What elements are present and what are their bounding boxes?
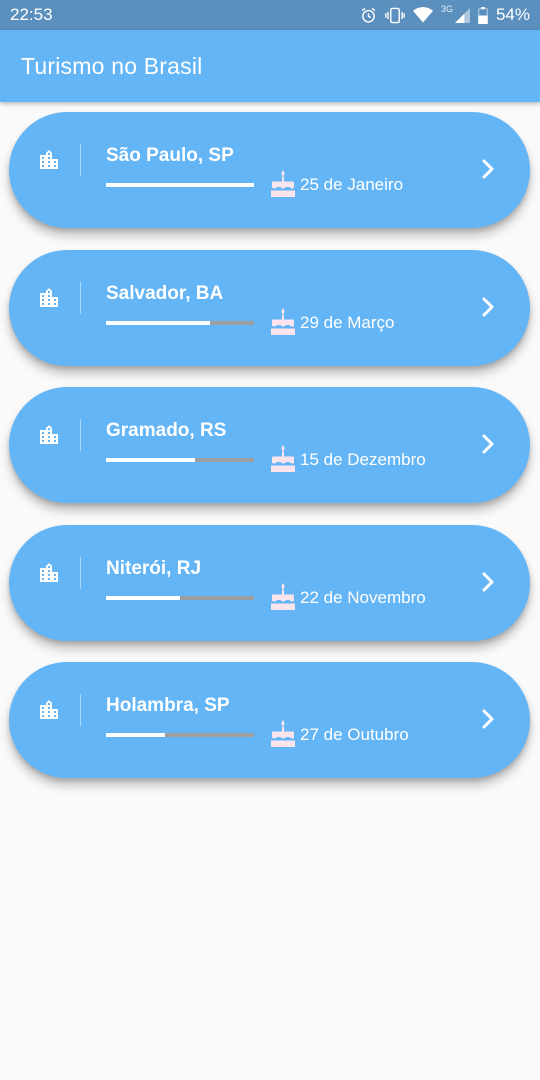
card-divider: [80, 419, 81, 451]
chevron-right-icon[interactable]: [481, 434, 495, 459]
city-card[interactable]: São Paulo, SP 25 de Janeiro: [9, 112, 530, 228]
city-name: Gramado, RS: [106, 420, 227, 441]
city-card[interactable]: Niterói, RJ 22 de Novembro: [9, 524, 530, 641]
city-buildings-icon: [37, 423, 61, 452]
cake-icon: [270, 443, 296, 478]
city-buildings-icon: [37, 561, 61, 590]
city-card[interactable]: Holambra, SP 27 de Outubro: [9, 662, 530, 778]
cake-icon: [270, 718, 296, 753]
city-list: São Paulo, SP 25 de Janeiro Salvador, BA…: [9, 112, 530, 800]
status-time: 22:53: [10, 5, 53, 24]
city-date: 29 de Março: [300, 312, 395, 332]
alarm-icon: [360, 7, 377, 24]
progress-bar: [106, 595, 254, 600]
card-divider: [80, 281, 81, 314]
cake-icon: [270, 168, 296, 203]
battery-icon: [478, 6, 488, 24]
city-name: São Paulo, SP: [106, 145, 234, 166]
city-date: 15 de Dezembro: [300, 450, 426, 469]
city-name: Salvador, BA: [106, 282, 224, 304]
chevron-right-icon[interactable]: [481, 572, 495, 597]
app-bar: Turismo no Brasil: [0, 30, 540, 102]
progress-bar: [106, 458, 254, 462]
progress-fill: [106, 320, 210, 325]
progress-bar: [106, 733, 254, 737]
cake-icon: [270, 581, 296, 616]
city-name: Holambra, SP: [106, 695, 230, 716]
status-bar: 22:53 3G 54%: [0, 0, 540, 30]
city-card[interactable]: Gramado, RS 15 de Dezembro: [9, 387, 530, 503]
progress-fill: [106, 733, 166, 737]
card-divider: [80, 144, 81, 176]
card-divider: [80, 694, 81, 726]
city-date: 25 de Janeiro: [300, 175, 404, 194]
progress-fill: [106, 595, 180, 600]
city-date: 22 de Novembro: [300, 587, 426, 607]
city-name: Niterói, RJ: [106, 557, 202, 579]
city-date: 27 de Outubro: [300, 725, 409, 744]
city-card[interactable]: Salvador, BA 29 de Março: [9, 249, 530, 366]
status-icons: 3G 54%: [360, 4, 530, 25]
cell-signal-icon: [454, 7, 470, 23]
city-buildings-icon: [37, 148, 61, 177]
city-buildings-icon: [37, 286, 61, 315]
progress-bar: [106, 320, 254, 325]
wifi-icon: [412, 7, 433, 23]
progress-fill: [106, 458, 195, 462]
city-buildings-icon: [37, 698, 61, 727]
battery-percent: 54%: [495, 5, 530, 24]
progress-bar: [106, 183, 254, 187]
chevron-right-icon[interactable]: [481, 159, 495, 184]
progress-fill: [106, 183, 254, 187]
chevron-right-icon[interactable]: [481, 297, 495, 322]
card-divider: [80, 556, 81, 589]
page-title: Turismo no Brasil: [21, 52, 203, 79]
chevron-right-icon[interactable]: [481, 709, 495, 734]
vibrate-icon: [385, 7, 405, 24]
cake-icon: [270, 306, 296, 341]
network-label: 3G: [440, 4, 453, 14]
